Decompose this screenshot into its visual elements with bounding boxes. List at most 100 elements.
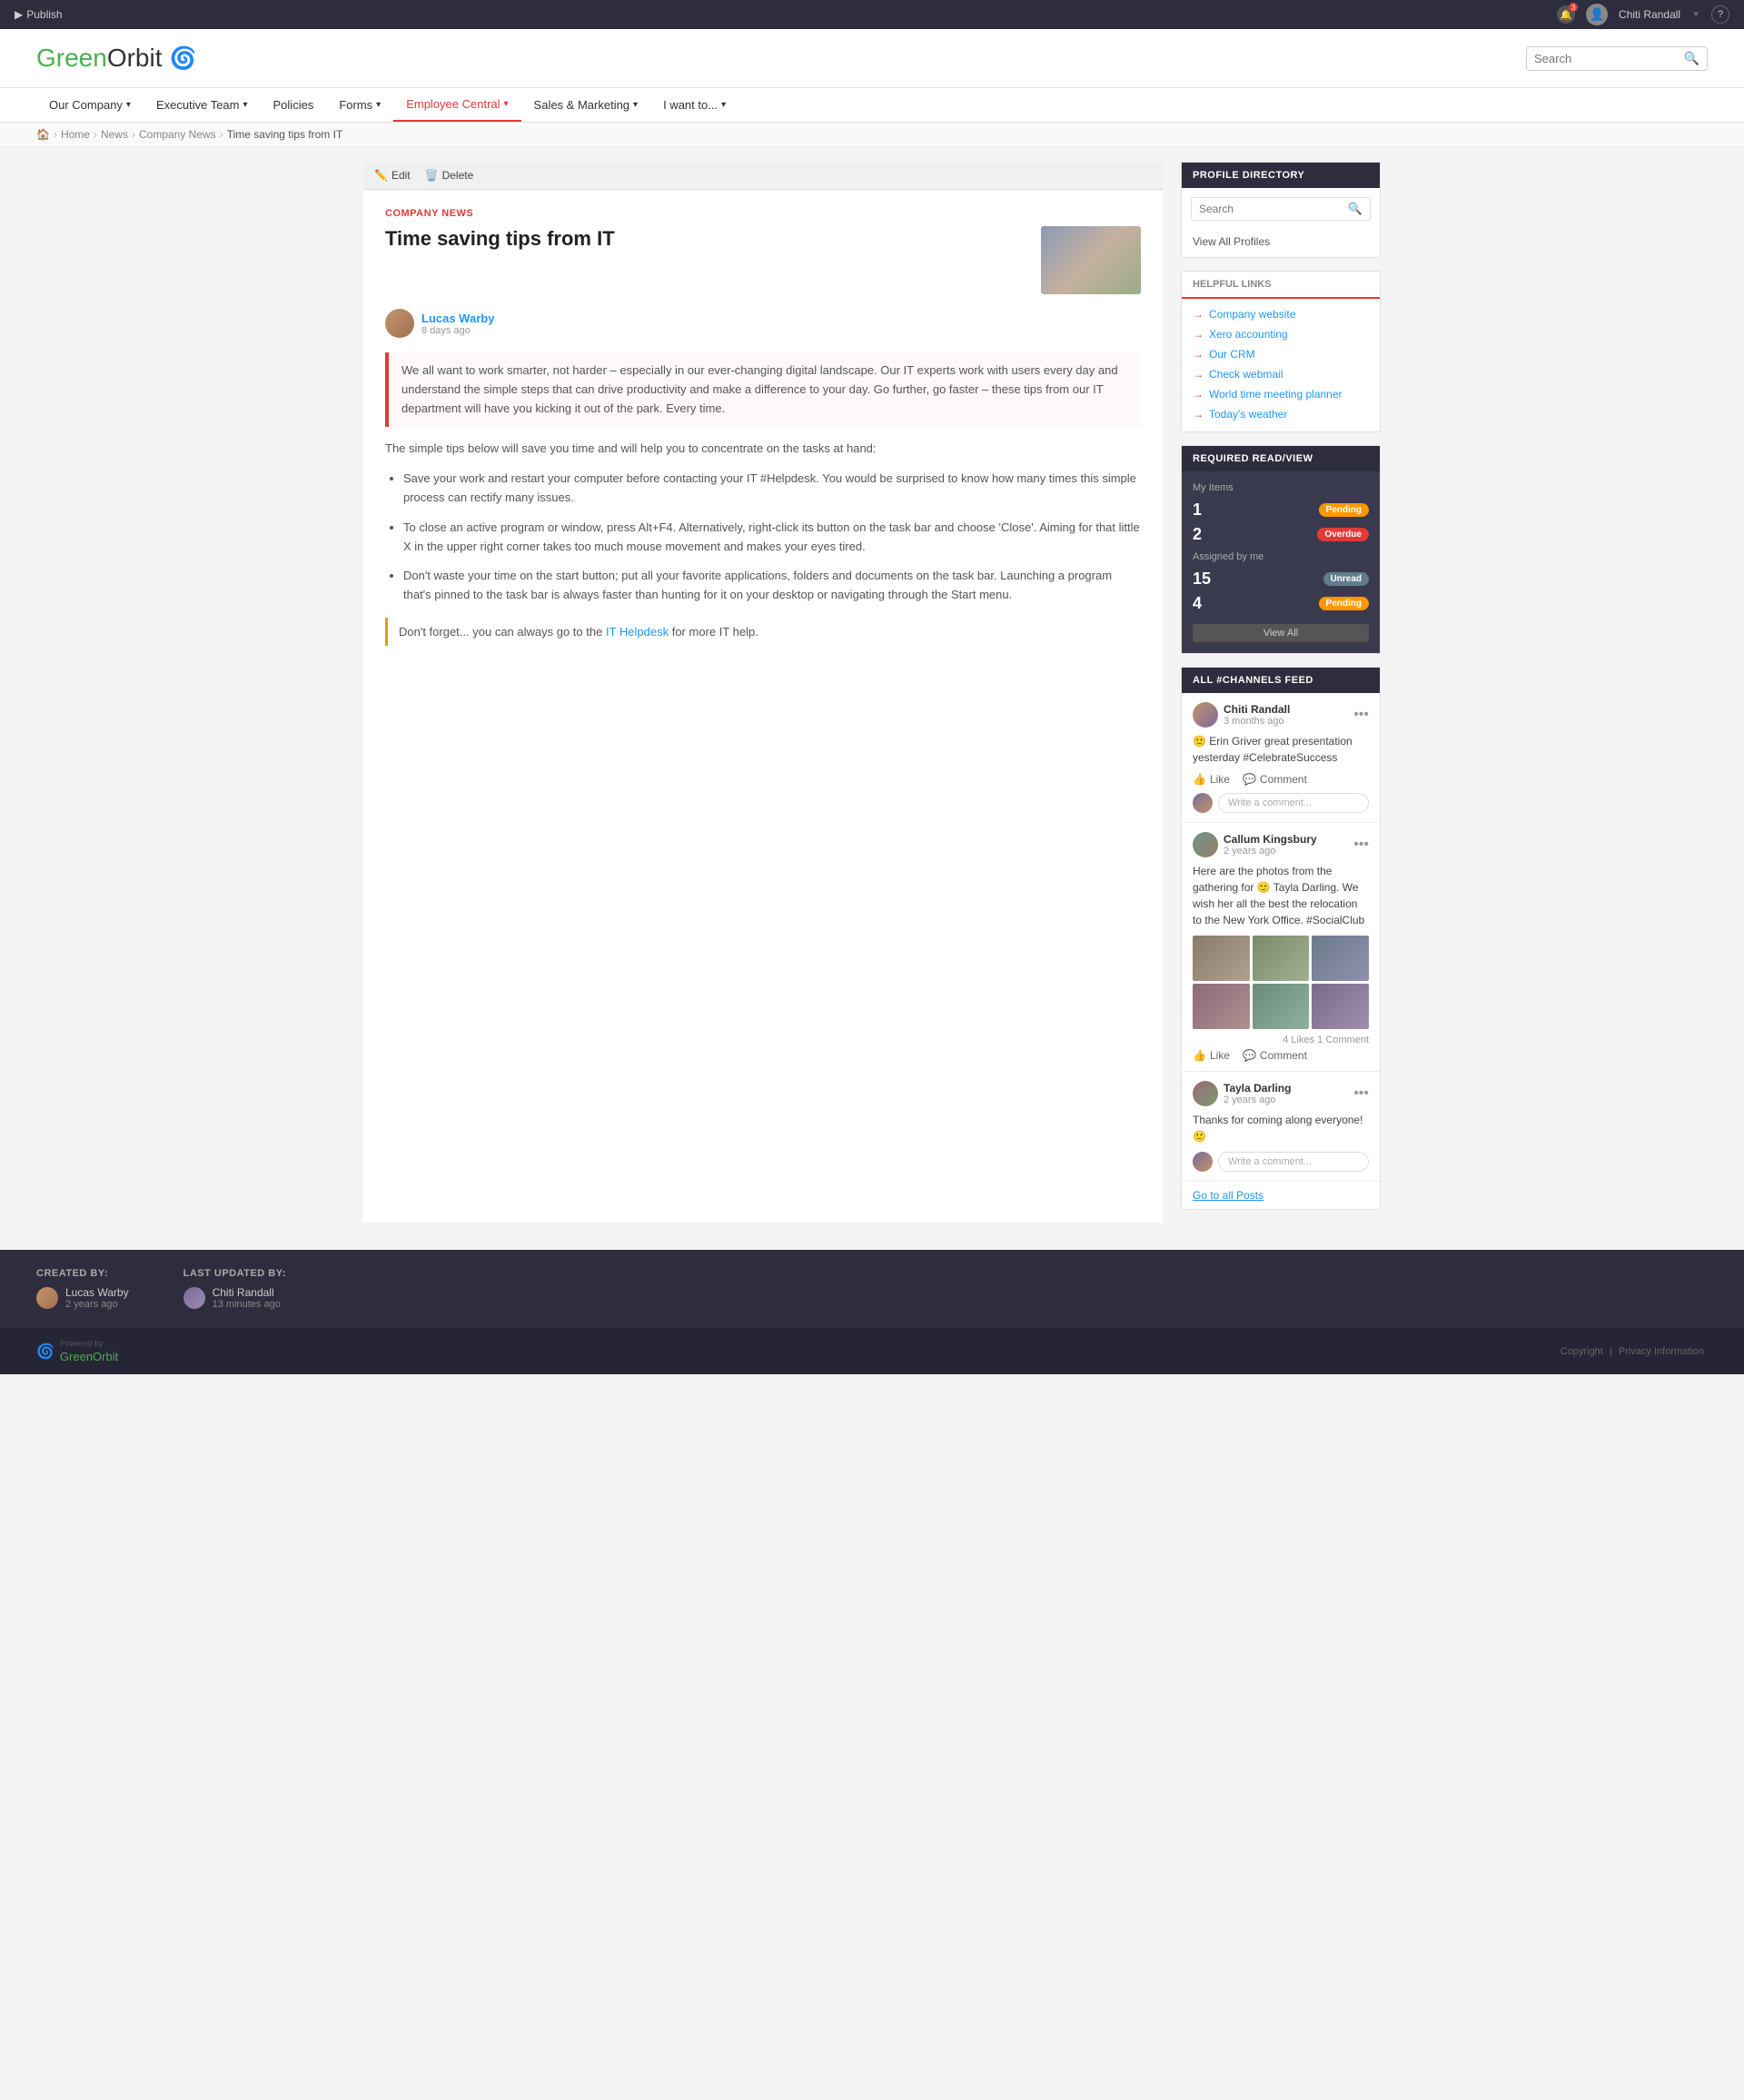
helpful-link-crm[interactable]: → Our CRM bbox=[1182, 344, 1380, 364]
post-user-1: Chiti Randall 3 months ago bbox=[1193, 702, 1290, 728]
author-info: Lucas Warby 8 days ago bbox=[421, 312, 494, 336]
profile-search-input[interactable] bbox=[1199, 203, 1344, 215]
article-thumbnail bbox=[1041, 226, 1141, 294]
author-row: Lucas Warby 8 days ago bbox=[385, 309, 1141, 338]
article-intro: The simple tips below will save you time… bbox=[385, 440, 1141, 459]
post-username-3[interactable]: Tayla Darling bbox=[1224, 1082, 1291, 1095]
post-time-1: 3 months ago bbox=[1224, 716, 1290, 727]
required-read-card: REQUIRED READ/VIEW My Items 1 Pending 2 … bbox=[1181, 445, 1381, 654]
comment-button-2[interactable]: 💬 Comment bbox=[1243, 1049, 1307, 1062]
footer-logo-icon: 🌀 bbox=[36, 1342, 54, 1361]
profile-search-icon: 🔍 bbox=[1348, 202, 1362, 216]
comment-box-3[interactable]: Write a comment... bbox=[1218, 1152, 1369, 1172]
author-date: 8 days ago bbox=[421, 325, 494, 336]
topbar: ▶ Publish 🔔 3 👤 Chiti Randall ▼ ? bbox=[0, 0, 1744, 29]
nav-i-want-to[interactable]: I want to... ▾ bbox=[650, 89, 738, 121]
breadcrumb-home[interactable]: Home bbox=[61, 128, 90, 141]
post-header-2: Callum Kingsbury 2 years ago ••• bbox=[1193, 832, 1369, 857]
nav-arrow: ▾ bbox=[376, 100, 381, 110]
helpdesk-link[interactable]: IT Helpdesk bbox=[606, 625, 669, 639]
comment-input-1: Write a comment... bbox=[1193, 793, 1369, 813]
profile-directory-header: PROFILE DIRECTORY bbox=[1182, 163, 1380, 188]
nav-our-company[interactable]: Our Company ▾ bbox=[36, 89, 144, 121]
powered-by-text: Powered by bbox=[60, 1339, 118, 1348]
arrow-icon: → bbox=[1193, 308, 1204, 321]
post-menu-1[interactable]: ••• bbox=[1353, 707, 1369, 723]
post-avatar-1 bbox=[1193, 702, 1218, 728]
page-footer: CREATED BY: Lucas Warby 2 years ago LAST… bbox=[0, 1250, 1744, 1328]
notifications-button[interactable]: 🔔 3 bbox=[1557, 5, 1575, 24]
site-footer-logo: 🌀 Powered by GreenOrbit bbox=[36, 1339, 118, 1363]
post-avatar-3 bbox=[1193, 1081, 1218, 1106]
delete-icon: 🗑️ bbox=[425, 169, 439, 182]
footer-logo-text: GreenOrbit bbox=[60, 1350, 118, 1363]
thumb-up-icon: 👍 bbox=[1193, 773, 1206, 786]
pencil-icon: ✏️ bbox=[374, 169, 388, 182]
search-input[interactable] bbox=[1534, 52, 1679, 65]
thumb-up-icon: 👍 bbox=[1193, 1049, 1206, 1062]
helpful-link-world-time[interactable]: → World time meeting planner bbox=[1182, 384, 1380, 404]
nav-forms[interactable]: Forms ▾ bbox=[326, 89, 393, 121]
req-num-1: 1 bbox=[1193, 500, 1202, 520]
nav-policies[interactable]: Policies bbox=[261, 89, 327, 121]
delete-button[interactable]: 🗑️ Delete bbox=[425, 169, 474, 182]
breadcrumb-news[interactable]: News bbox=[101, 128, 128, 141]
nav-executive-team[interactable]: Executive Team ▾ bbox=[144, 89, 261, 121]
user-avatar[interactable]: 👤 bbox=[1586, 4, 1608, 25]
profile-directory-card: PROFILE DIRECTORY 🔍 View All Profiles bbox=[1181, 162, 1381, 258]
content-area: ✏️ Edit 🗑️ Delete COMPANY NEWS Time savi… bbox=[363, 162, 1163, 1223]
author-avatar bbox=[385, 309, 414, 338]
go-to-posts-link[interactable]: Go to all Posts bbox=[1182, 1182, 1380, 1209]
arrow-icon: → bbox=[1193, 368, 1204, 381]
copyright-link[interactable]: Copyright bbox=[1561, 1346, 1603, 1357]
helpful-links-card: HELPFUL LINKS → Company website → Xero a… bbox=[1181, 271, 1381, 432]
edit-button[interactable]: ✏️ Edit bbox=[374, 169, 411, 182]
comment-box-1[interactable]: Write a comment... bbox=[1218, 793, 1369, 813]
home-icon: 🏠 bbox=[36, 128, 50, 141]
post-menu-2[interactable]: ••• bbox=[1353, 837, 1369, 853]
view-all-button[interactable]: View All bbox=[1193, 624, 1369, 642]
author-name[interactable]: Lucas Warby bbox=[421, 312, 494, 325]
helpful-link-company-website[interactable]: → Company website bbox=[1182, 304, 1380, 324]
profile-search: 🔍 bbox=[1191, 197, 1371, 221]
comment-button-1[interactable]: 💬 Comment bbox=[1243, 773, 1307, 786]
like-button-2[interactable]: 👍 Like bbox=[1193, 1049, 1230, 1062]
post-username-1[interactable]: Chiti Randall bbox=[1224, 703, 1290, 716]
req-num-2: 2 bbox=[1193, 525, 1202, 544]
post-avatar-2 bbox=[1193, 832, 1218, 857]
topbar-right: 🔔 3 👤 Chiti Randall ▼ ? bbox=[1557, 4, 1729, 25]
nav-arrow: ▾ bbox=[721, 100, 726, 110]
view-all-profiles-link[interactable]: View All Profiles bbox=[1182, 230, 1380, 257]
like-button-1[interactable]: 👍 Like bbox=[1193, 773, 1230, 786]
footer-created-name: Lucas Warby bbox=[65, 1286, 129, 1299]
post-actions-2: 👍 Like 💬 Comment bbox=[1193, 1049, 1369, 1062]
help-button[interactable]: ? bbox=[1711, 5, 1729, 24]
helpful-link-weather[interactable]: → Today's weather bbox=[1182, 404, 1380, 424]
header-search: 🔍 bbox=[1526, 46, 1708, 71]
post-image-4 bbox=[1193, 984, 1250, 1029]
logo[interactable]: GreenOrbit 🌀 bbox=[36, 44, 196, 73]
footer-avatar-updated bbox=[183, 1287, 205, 1309]
user-name[interactable]: Chiti Randall bbox=[1619, 8, 1680, 21]
post-user-2: Callum Kingsbury 2 years ago bbox=[1193, 832, 1317, 857]
helpful-link-xero[interactable]: → Xero accounting bbox=[1182, 324, 1380, 344]
post-username-2[interactable]: Callum Kingsbury bbox=[1224, 833, 1317, 846]
post-header-3: Tayla Darling 2 years ago ••• bbox=[1193, 1081, 1369, 1106]
post-menu-3[interactable]: ••• bbox=[1353, 1085, 1369, 1102]
search-button[interactable]: 🔍 bbox=[1684, 51, 1699, 66]
post-text-2: Here are the photos from the gathering f… bbox=[1193, 863, 1369, 928]
created-by-label: CREATED BY: bbox=[36, 1268, 129, 1279]
publish-button[interactable]: ▶ Publish bbox=[15, 8, 63, 21]
breadcrumb-current: Time saving tips from IT bbox=[227, 128, 343, 141]
badge-pending-2: Pending bbox=[1319, 597, 1369, 610]
nav-sales-marketing[interactable]: Sales & Marketing ▾ bbox=[521, 89, 651, 121]
post-text-1: 🙂 Erin Griver great presentation yesterd… bbox=[1193, 733, 1369, 766]
channels-feed-header: ALL #CHANNELS FEED bbox=[1182, 668, 1380, 693]
helpful-link-webmail[interactable]: → Check webmail bbox=[1182, 364, 1380, 384]
privacy-link[interactable]: Privacy Information bbox=[1619, 1346, 1704, 1357]
breadcrumb-company-news[interactable]: Company News bbox=[139, 128, 216, 141]
arrow-icon: → bbox=[1193, 328, 1204, 341]
nav-employee-central[interactable]: Employee Central ▾ bbox=[393, 88, 520, 122]
footer-updated-name: Chiti Randall bbox=[213, 1286, 281, 1299]
post-header-1: Chiti Randall 3 months ago ••• bbox=[1193, 702, 1369, 728]
